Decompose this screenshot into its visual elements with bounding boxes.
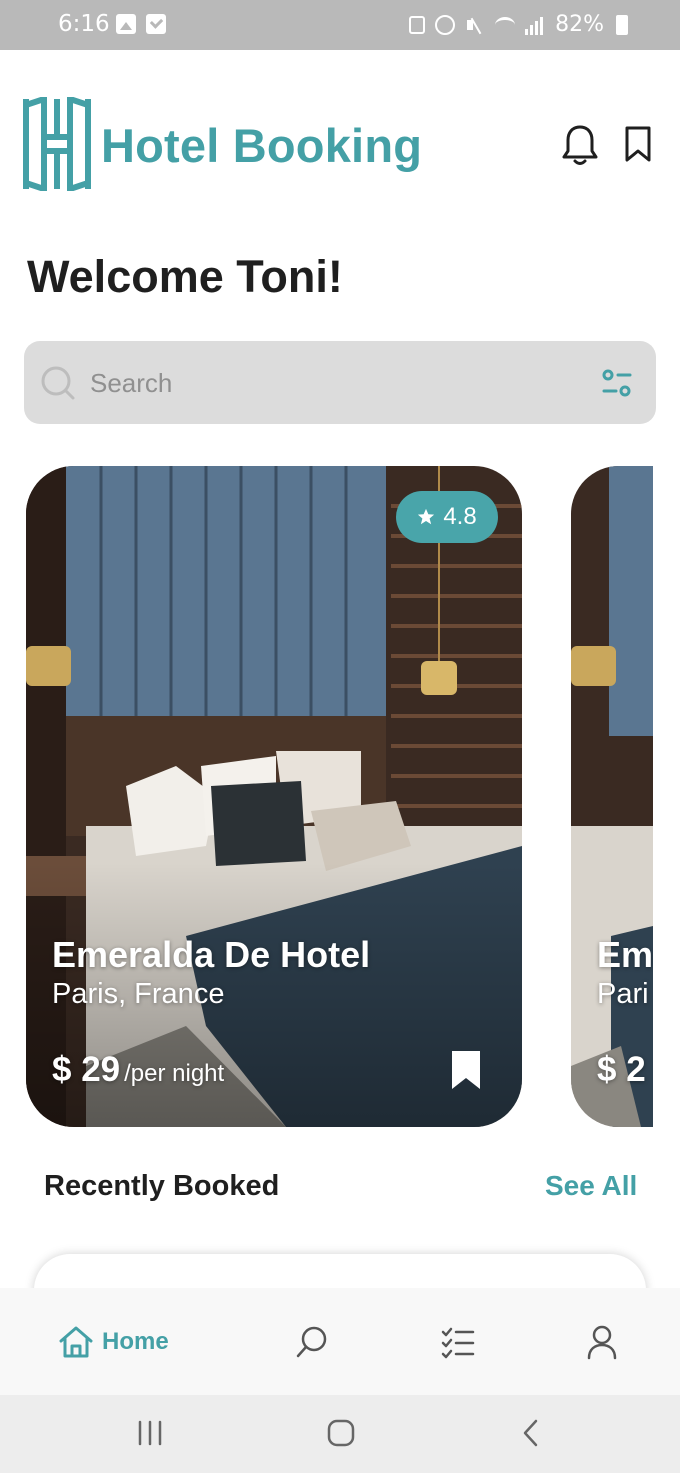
status-time: 6:16 xyxy=(58,11,110,37)
hotel-location: Pari xyxy=(597,978,649,1010)
rating-value: 4.8 xyxy=(443,503,477,530)
bell-icon[interactable] xyxy=(562,124,598,166)
status-notifications xyxy=(116,14,166,34)
battery-level: 82% xyxy=(555,12,604,37)
home-icon xyxy=(59,1326,93,1357)
alarm-icon xyxy=(435,14,456,35)
welcome-heading: Welcome Toni! xyxy=(27,251,343,302)
filter-icon[interactable] xyxy=(602,369,632,397)
search-input[interactable] xyxy=(90,363,570,403)
rating-badge: 4.8 xyxy=(396,491,498,543)
see-all-link[interactable]: See All xyxy=(545,1170,637,1202)
status-indicators: 82% xyxy=(409,12,628,37)
nav-search[interactable] xyxy=(294,1288,330,1395)
hotel-name: Emeralda De Hotel xyxy=(52,934,371,975)
price-unit: /per night xyxy=(124,1060,225,1087)
hotel-logo-icon xyxy=(23,97,91,191)
nav-home-label: Home xyxy=(102,1327,169,1355)
status-bar: 6:16 82% xyxy=(0,0,680,50)
app-screen: 6:16 82% Hotel Booking Welcome Toni! Sea… xyxy=(0,0,680,1473)
search-bar[interactable] xyxy=(24,341,656,424)
mute-icon xyxy=(465,15,485,35)
nav-bookings[interactable] xyxy=(440,1288,476,1395)
recently-booked-title: Recently Booked xyxy=(44,1170,280,1202)
star-icon xyxy=(418,508,435,525)
bookings-list-icon xyxy=(441,1327,475,1358)
hotel-price: $ 2 xyxy=(597,1050,646,1090)
hotel-name: Em xyxy=(597,934,653,975)
hotel-card-next[interactable]: Em Pari $ 2 xyxy=(571,466,653,1127)
gallery-notification-icon xyxy=(116,14,136,34)
system-home-icon[interactable] xyxy=(325,1417,357,1449)
lock-icon xyxy=(409,15,426,34)
back-icon[interactable] xyxy=(515,1417,547,1449)
recent-apps-icon[interactable] xyxy=(134,1417,166,1449)
price-value: $ 29 xyxy=(52,1050,121,1089)
hotel-photo xyxy=(571,466,653,1127)
task-notification-icon xyxy=(146,14,166,34)
bottom-nav: Home xyxy=(0,1288,680,1395)
price-value: $ 2 xyxy=(597,1050,646,1089)
nav-profile[interactable] xyxy=(584,1288,620,1395)
nav-home[interactable]: Home xyxy=(58,1288,169,1395)
app-brand-title: Hotel Booking xyxy=(101,119,423,172)
hotel-card[interactable]: 4.8 Emeralda De Hotel Paris, France $ 29… xyxy=(26,466,522,1127)
wifi-icon xyxy=(495,16,516,33)
hotel-photo xyxy=(26,466,522,1127)
search-icon xyxy=(41,366,75,400)
profile-icon xyxy=(587,1325,617,1359)
battery-icon xyxy=(616,14,628,35)
search-icon xyxy=(296,1326,327,1357)
signal-icon xyxy=(525,15,545,35)
bookmark-icon[interactable] xyxy=(624,125,652,163)
bookmark-icon[interactable] xyxy=(450,1049,482,1091)
hotel-price: $ 29 /per night xyxy=(52,1050,224,1090)
hotel-location: Paris, France xyxy=(52,978,225,1010)
system-nav-bar xyxy=(0,1395,680,1473)
